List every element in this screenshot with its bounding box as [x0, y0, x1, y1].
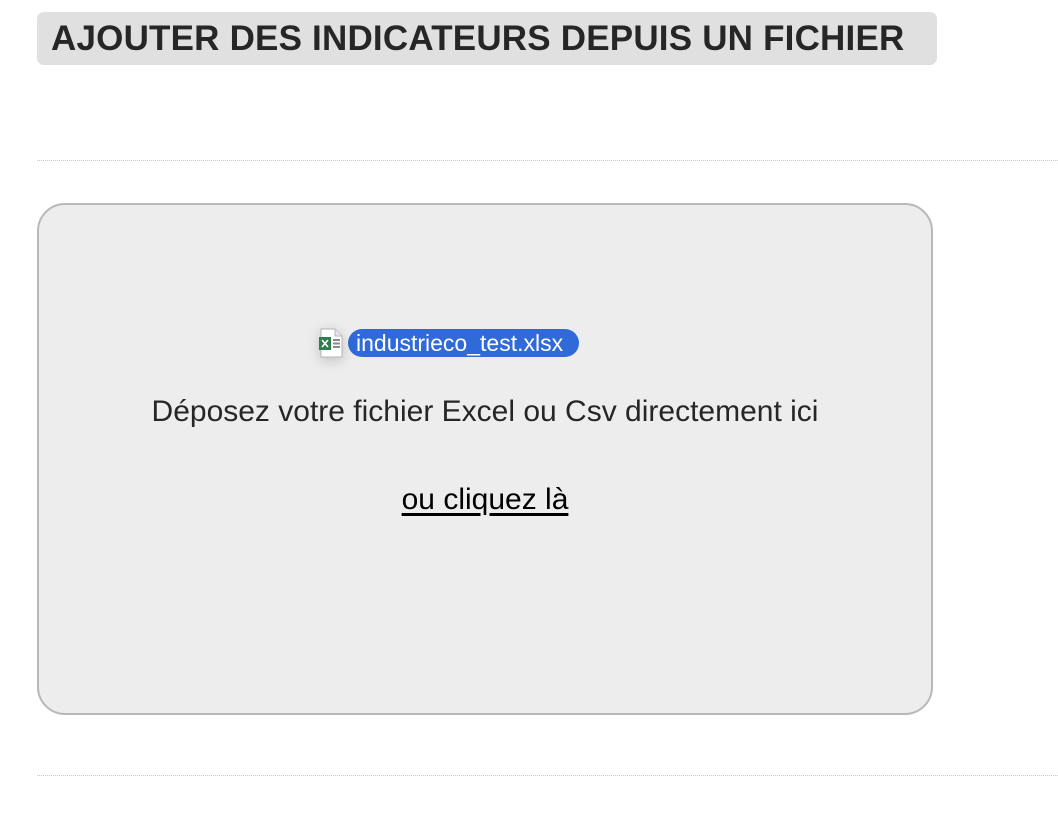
dragged-file-preview[interactable]: industrieco_test.xlsx — [319, 327, 580, 359]
page-title: AJOUTER DES INDICATEURS DEPUIS UN FICHIE… — [51, 18, 905, 58]
excel-file-icon — [319, 328, 343, 358]
browse-link-container: ou cliquez là — [39, 483, 931, 517]
dropzone-instruction: Déposez votre fichier Excel ou Csv direc… — [151, 395, 819, 428]
browse-file-link[interactable]: ou cliquez là — [402, 483, 569, 516]
page: AJOUTER DES INDICATEURS DEPUIS UN FICHIE… — [0, 0, 1058, 813]
bottom-divider — [37, 775, 1058, 776]
top-divider — [37, 160, 1058, 161]
file-dropzone[interactable]: industrieco_test.xlsx Déposez votre fich… — [37, 203, 933, 715]
dragged-file-name: industrieco_test.xlsx — [348, 329, 580, 357]
page-title-bar: AJOUTER DES INDICATEURS DEPUIS UN FICHIE… — [37, 12, 937, 65]
